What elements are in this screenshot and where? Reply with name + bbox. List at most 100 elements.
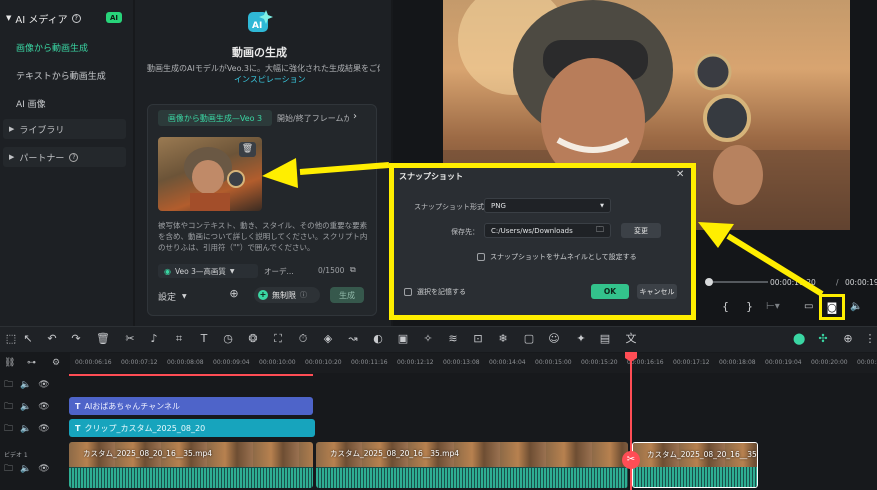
ruler-tick-label: 00:00:10:20 [305, 359, 342, 366]
remember-checkbox[interactable]: 選択を記憶する [404, 287, 466, 297]
track-controls-3: 🗀 🔈 👁 [0, 418, 68, 440]
text-clip-icon: T [75, 401, 81, 411]
eye-icon[interactable]: 👁 [38, 424, 49, 434]
playhead[interactable] [630, 352, 632, 490]
text-icon[interactable]: T [198, 333, 210, 345]
frame-icon[interactable]: ▢ [523, 333, 535, 345]
settings-icon[interactable]: ⚙ [52, 358, 60, 368]
change-button[interactable]: 変更 [621, 223, 661, 238]
video-clip-2[interactable]: カスタム_2025_08_20_16__35.mp4 [316, 442, 628, 488]
video-clip-1[interactable]: カスタム_2025_08_20_16__35.mp4 [69, 442, 313, 488]
ruler-tick-label: 00:00:07:12 [121, 359, 158, 366]
cursor-icon[interactable]: ↖ [22, 333, 34, 345]
delete-icon[interactable]: 🗑 [96, 333, 110, 345]
save-path-value: C:/Users/ws/Downloads [491, 226, 573, 235]
audio-wave-icon[interactable]: ≋ [447, 333, 459, 345]
folder-icon[interactable]: 🗀 [4, 421, 13, 437]
split-icon[interactable]: ✂ [124, 333, 136, 345]
close-icon[interactable]: ✕ [676, 169, 684, 180]
ruler-tick-label: 00:00:15:20 [581, 359, 618, 366]
ruler-tick-label: 00:00:11:16 [351, 359, 388, 366]
render-icon[interactable]: ⬤ [793, 333, 805, 345]
ok-button[interactable]: OK [591, 284, 629, 299]
ruler-tick-label: 00:00:15:00 [535, 359, 572, 366]
ruler-tick-label: 00:00:20:00 [811, 359, 848, 366]
format-select[interactable]: PNG ▼ [484, 198, 611, 213]
title-clip[interactable]: T AIおばあちゃんチャンネル [69, 397, 313, 415]
motion-icon[interactable]: ↝ [347, 333, 359, 345]
select-cursor-icon[interactable]: ⬚ [5, 333, 17, 345]
save-path-field[interactable]: C:/Users/ws/Downloads 🗀 [484, 223, 611, 238]
timer-icon[interactable]: ⏱ [297, 333, 309, 345]
custom-clip[interactable]: T クリップ_カスタム_2025_08_20 [69, 419, 315, 437]
range-indicator [69, 374, 313, 376]
folder-icon[interactable]: 🗀 [4, 461, 13, 477]
subtitle-icon[interactable]: ▤ [599, 333, 611, 345]
speaker-icon[interactable]: 🔈 [20, 402, 31, 412]
format-label: スナップショット形式： [414, 203, 491, 211]
title-clip-label: AIおばあちゃんチャンネル [84, 401, 181, 411]
audio-detach-icon[interactable]: ♪ [148, 333, 160, 345]
effects-icon[interactable]: ✧ [422, 333, 434, 345]
redo-icon[interactable]: ↷ [70, 333, 82, 345]
smart-cut-icon[interactable]: ✦ [575, 333, 587, 345]
scissors-icon[interactable]: ✂ [622, 451, 640, 469]
track-controls-video: 🗀 🔈 👁 [0, 458, 68, 480]
folder-icon[interactable]: 🗀 [4, 399, 13, 415]
dialog-title: スナップショット [399, 172, 463, 181]
ruler-tick-label: 00:00:12:12 [397, 359, 434, 366]
ruler-tick-label: 00:00:18:08 [719, 359, 756, 366]
marker-add-icon[interactable]: ⊕ [842, 333, 854, 345]
snap-icon[interactable]: ✣ [817, 333, 829, 345]
folder-icon[interactable]: 🗀 [596, 224, 604, 238]
save-location-label: 保存先： [451, 228, 479, 236]
folder-icon[interactable]: 🗀 [4, 377, 13, 393]
track-controls-2: 🗀 🔈 👁 [0, 396, 68, 418]
thumbnail-checkbox-label: スナップショットをサムネイルとして設定する [490, 253, 637, 261]
ruler-tick-label: 00:00:17:12 [673, 359, 710, 366]
sticker-icon[interactable]: ☺ [548, 333, 560, 345]
ruler-tick-label: 00:00:08:08 [167, 359, 204, 366]
checkbox-box [404, 288, 412, 296]
speed-icon[interactable]: ◷ [222, 333, 234, 345]
ruler-tick-label: 00:00:20:20 [857, 359, 877, 366]
link-icon[interactable]: ⛓ [4, 358, 15, 368]
eye-icon[interactable]: 👁 [38, 380, 49, 390]
more-icon[interactable]: ⋮ [864, 333, 876, 345]
format-value: PNG [491, 201, 506, 210]
speaker-icon[interactable]: 🔈 [20, 464, 31, 474]
mask-icon[interactable]: ◐ [372, 333, 384, 345]
cancel-button[interactable]: キャンセル [637, 284, 677, 299]
custom-clip-label: クリップ_カスタム_2025_08_20 [84, 423, 206, 433]
remember-checkbox-label: 選択を記憶する [417, 288, 466, 296]
ruler-tick-label: 00:00:10:00 [259, 359, 296, 366]
freeze-icon[interactable]: ❄ [497, 333, 509, 345]
ai-tool-icon[interactable]: ▣ [397, 333, 409, 345]
thumbnail-checkbox[interactable]: スナップショットをサムネイルとして設定する [477, 252, 637, 262]
speaker-icon[interactable]: 🔈 [20, 380, 31, 390]
chain-icon[interactable]: ⊶ [27, 358, 36, 368]
ruler-tick-label: 00:00:14:04 [489, 359, 526, 366]
keyframe-icon[interactable]: ◈ [322, 333, 334, 345]
checkbox-box [477, 253, 485, 261]
undo-icon[interactable]: ↶ [46, 333, 58, 345]
video-clip-label: カスタム_2025_08_20_16__35.mp4 [647, 450, 757, 459]
video-clip-label: カスタム_2025_08_20_16__35.mp4 [83, 449, 212, 458]
speaker-icon[interactable]: 🔈 [20, 424, 31, 434]
transform-icon[interactable]: ⛶ [272, 333, 284, 345]
track-controls-1: 🗀 🔈 👁 [0, 374, 68, 396]
ruler-tick-label: 00:00:19:04 [765, 359, 802, 366]
video-clip-label: カスタム_2025_08_20_16__35.mp4 [330, 449, 459, 458]
translate-icon[interactable]: 文 [625, 333, 637, 345]
ruler-tick-label: 00:00:06:16 [75, 359, 112, 366]
ruler-tick-label: 00:00:13:08 [443, 359, 480, 366]
color-icon[interactable]: ❂ [247, 333, 259, 345]
text-clip-icon: T [75, 423, 81, 433]
stabilize-icon[interactable]: ⊡ [472, 333, 484, 345]
chevron-down-icon: ▼ [600, 202, 604, 209]
crop-icon[interactable]: ⌗ [173, 333, 185, 345]
eye-icon[interactable]: 👁 [38, 464, 49, 474]
video-clip-3[interactable]: カスタム_2025_08_20_16__35.mp4 [632, 442, 758, 488]
ruler-tick-label: 00:00:09:04 [213, 359, 250, 366]
eye-icon[interactable]: 👁 [38, 402, 49, 412]
